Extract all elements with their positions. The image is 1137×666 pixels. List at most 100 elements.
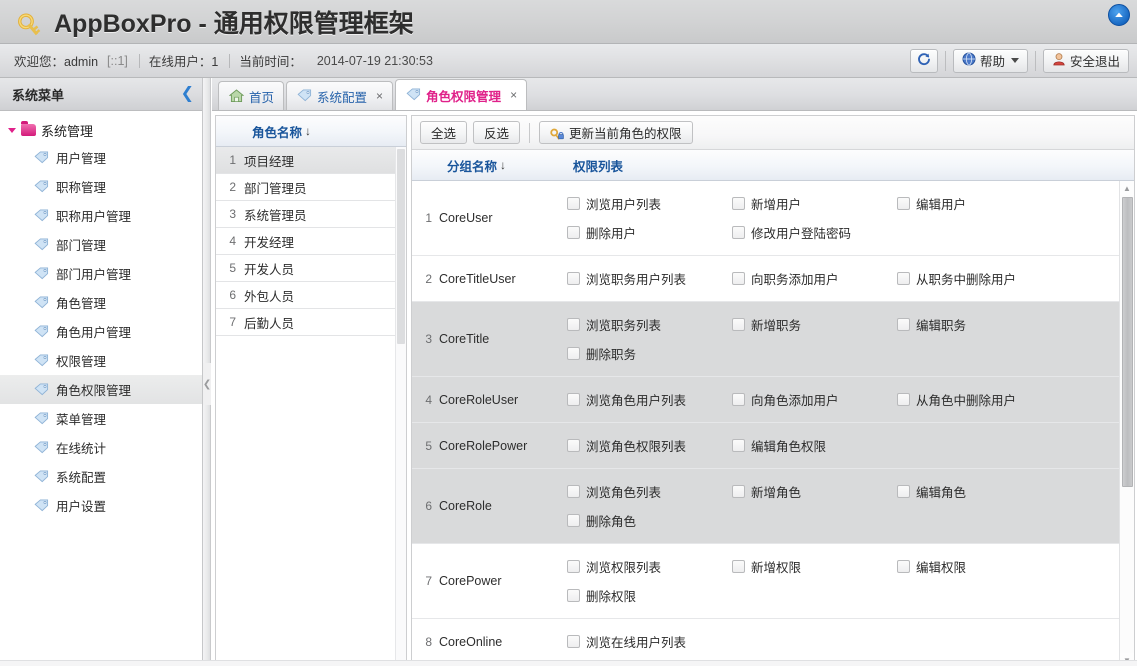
sidebar-item-2[interactable]: 职称管理: [0, 172, 202, 201]
permission-checkbox-item[interactable]: 删除角色: [567, 506, 732, 535]
permission-checkbox-item[interactable]: 浏览职务用户列表: [567, 264, 732, 293]
role-row[interactable]: 2 部门管理员: [216, 174, 406, 201]
checkbox[interactable]: [897, 485, 910, 498]
invert-selection-button[interactable]: 反选: [473, 121, 521, 144]
permission-checkbox-item[interactable]: 编辑角色: [897, 477, 1062, 506]
permission-checkbox-item[interactable]: 浏览角色列表: [567, 477, 732, 506]
group-name-column-header[interactable]: 分组名称 ↓: [412, 156, 567, 175]
checkbox[interactable]: [732, 272, 745, 285]
chevron-left-icon[interactable]: ❮: [181, 86, 194, 102]
permission-scrollbar[interactable]: ▲ ▼: [1119, 181, 1134, 666]
permission-checkbox-item[interactable]: 修改用户登陆密码: [732, 218, 897, 247]
permission-checkbox-item[interactable]: 浏览角色权限列表: [567, 431, 732, 460]
permission-checkbox-item[interactable]: 向职务添加用户: [732, 264, 897, 293]
tab-1[interactable]: 首页: [218, 81, 285, 110]
close-icon[interactable]: ×: [376, 89, 383, 103]
checkbox[interactable]: [732, 485, 745, 498]
permission-checkbox-item[interactable]: 新增职务: [732, 310, 897, 339]
power-list-column-header[interactable]: 权限列表: [567, 156, 623, 175]
checkbox[interactable]: [732, 439, 745, 452]
permission-checkbox-item[interactable]: 新增用户: [732, 189, 897, 218]
help-button[interactable]: 帮助: [952, 48, 1028, 73]
permission-checkbox-item[interactable]: 删除用户: [567, 218, 732, 247]
permission-checkbox-item[interactable]: 浏览角色用户列表: [567, 385, 732, 414]
sidebar-header: 系统菜单 ❮: [0, 78, 202, 111]
checkbox[interactable]: [732, 318, 745, 331]
permission-checkbox-item[interactable]: 向角色添加用户: [732, 385, 897, 414]
scrollbar-thumb[interactable]: [1122, 197, 1133, 487]
permission-checkbox-item[interactable]: 浏览在线用户列表: [567, 627, 732, 656]
close-icon[interactable]: ×: [510, 88, 517, 102]
sidebar-item-4[interactable]: 部门管理: [0, 230, 202, 259]
permission-checkbox-item[interactable]: 浏览用户列表: [567, 189, 732, 218]
permission-checkbox-item[interactable]: 从职务中删除用户: [897, 264, 1062, 293]
scroll-up-arrow-icon[interactable]: ▲: [1120, 181, 1134, 195]
checkbox[interactable]: [567, 197, 580, 210]
role-row[interactable]: 1 项目经理: [216, 147, 406, 174]
permission-checkbox-item[interactable]: 删除职务: [567, 339, 732, 368]
role-row[interactable]: 6 外包人员: [216, 282, 406, 309]
checkbox[interactable]: [732, 197, 745, 210]
checkbox[interactable]: [567, 393, 580, 406]
sidebar-item-6[interactable]: 角色管理: [0, 288, 202, 317]
splitter-collapse-handle[interactable]: ❮: [203, 363, 211, 405]
permission-item-list: 浏览职务用户列表 向职务添加用户 从职务中删除用户: [567, 256, 1134, 301]
checkbox[interactable]: [897, 318, 910, 331]
sidebar-tree-root[interactable]: 系统管理: [0, 117, 202, 143]
permission-checkbox-item[interactable]: 编辑角色权限: [732, 431, 897, 460]
permission-checkbox-item[interactable]: 浏览权限列表: [567, 552, 732, 581]
permission-checkbox-item[interactable]: 编辑用户: [897, 189, 1062, 218]
checkbox[interactable]: [567, 485, 580, 498]
tab-3[interactable]: 角色权限管理 ×: [395, 79, 528, 110]
checkbox[interactable]: [897, 272, 910, 285]
permission-checkbox-item[interactable]: 编辑职务: [897, 310, 1062, 339]
checkbox[interactable]: [567, 318, 580, 331]
checkbox[interactable]: [567, 589, 580, 602]
checkbox[interactable]: [732, 560, 745, 573]
permission-checkbox-item[interactable]: 新增角色: [732, 477, 897, 506]
role-row[interactable]: 5 开发人员: [216, 255, 406, 282]
checkbox[interactable]: [567, 635, 580, 648]
sidebar-item-7[interactable]: 角色用户管理: [0, 317, 202, 346]
checkbox[interactable]: [732, 393, 745, 406]
permission-checkbox-item[interactable]: 浏览职务列表: [567, 310, 732, 339]
select-all-button[interactable]: 全选: [420, 121, 468, 144]
sidebar-item-10[interactable]: 菜单管理: [0, 404, 202, 433]
permission-checkbox-item[interactable]: 新增权限: [732, 552, 897, 581]
sidebar-item-13[interactable]: 用户设置: [0, 491, 202, 520]
scroll-to-top-icon[interactable]: [1108, 4, 1130, 26]
checkbox[interactable]: [897, 560, 910, 573]
refresh-icon: [917, 52, 931, 69]
role-panel-scrollbar[interactable]: [395, 147, 406, 662]
update-role-powers-button[interactable]: 更新当前角色的权限: [539, 121, 693, 144]
checkbox[interactable]: [567, 226, 580, 239]
checkbox[interactable]: [897, 197, 910, 210]
sidebar-item-8[interactable]: 权限管理: [0, 346, 202, 375]
role-row[interactable]: 3 系统管理员: [216, 201, 406, 228]
sidebar-item-5[interactable]: 部门用户管理: [0, 259, 202, 288]
checkbox[interactable]: [897, 393, 910, 406]
role-name-column-header[interactable]: 角色名称 ↓: [216, 122, 311, 141]
triangle-down-icon[interactable]: [8, 127, 16, 133]
permission-checkbox-item[interactable]: 从角色中删除用户: [897, 385, 1062, 414]
checkbox[interactable]: [567, 272, 580, 285]
sidebar-item-3[interactable]: 职称用户管理: [0, 201, 202, 230]
refresh-button[interactable]: [909, 48, 938, 73]
sidebar-item-12[interactable]: 系统配置: [0, 462, 202, 491]
scrollbar-thumb[interactable]: [397, 149, 405, 344]
sidebar-item-1[interactable]: 用户管理: [0, 143, 202, 172]
checkbox[interactable]: [567, 514, 580, 527]
permission-checkbox-item[interactable]: 删除权限: [567, 581, 732, 610]
role-row[interactable]: 4 开发经理: [216, 228, 406, 255]
logout-button[interactable]: 安全退出: [1042, 48, 1129, 73]
checkbox[interactable]: [567, 560, 580, 573]
checkbox[interactable]: [732, 226, 745, 239]
sidebar-splitter[interactable]: ❮: [203, 78, 211, 666]
sidebar-item-11[interactable]: 在线统计: [0, 433, 202, 462]
role-row[interactable]: 7 后勤人员: [216, 309, 406, 336]
permission-checkbox-item[interactable]: 编辑权限: [897, 552, 1062, 581]
tab-2[interactable]: 系统配置 ×: [286, 81, 394, 110]
checkbox[interactable]: [567, 439, 580, 452]
sidebar-item-9[interactable]: 角色权限管理: [0, 375, 202, 404]
checkbox[interactable]: [567, 347, 580, 360]
